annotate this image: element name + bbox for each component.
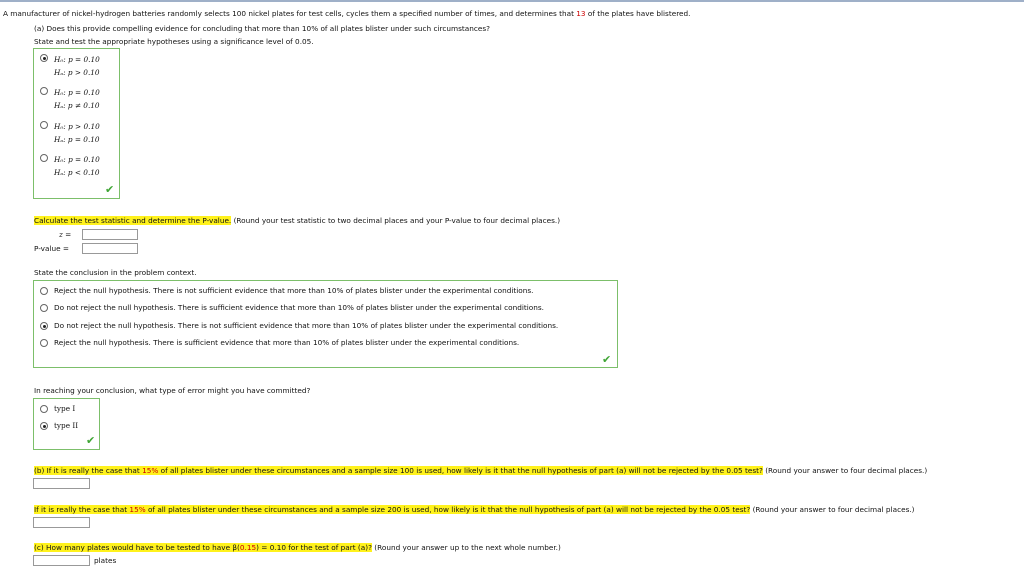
ha-label: Hₐ: p ≠ 0.10 xyxy=(54,101,100,110)
part-b-q1-highlight: (b) If it is really the case that 15% of… xyxy=(34,466,763,475)
part-b-q1-note: (Round your answer to four decimal place… xyxy=(762,466,928,475)
problem-intro: A manufacturer of nickel-hydrogen batter… xyxy=(3,9,690,18)
hypothesis-option-4[interactable]: H₀: p = 0.10 Hₐ: p < 0.10 xyxy=(40,153,100,179)
hypothesis-option-1[interactable]: H₀: p = 0.10 Hₐ: p > 0.10 xyxy=(40,53,100,79)
conclusion-option-1[interactable]: Reject the null hypothesis. There is not… xyxy=(40,286,533,295)
radio-icon[interactable] xyxy=(40,405,48,413)
ha-label: Hₐ: p > 0.10 xyxy=(54,68,100,77)
radio-icon[interactable] xyxy=(40,339,48,347)
radio-icon[interactable] xyxy=(40,304,48,312)
top-border xyxy=(0,0,1024,2)
hypothesis-option-3[interactable]: H₀: p > 0.10 Hₐ: p = 0.10 xyxy=(40,120,100,146)
calc-highlight: Calculate the test statistic and determi… xyxy=(34,216,232,225)
h0-label: H₀: p = 0.10 xyxy=(54,88,100,97)
part-a-question: (a) Does this provide compelling evidenc… xyxy=(34,24,491,33)
correct-check-icon: ✔ xyxy=(86,434,96,447)
part-b-answer-1-input[interactable] xyxy=(33,478,90,489)
hypothesis-option-2[interactable]: H₀: p = 0.10 Hₐ: p ≠ 0.10 xyxy=(40,86,100,112)
p-value-input[interactable] xyxy=(82,243,138,254)
part-b-question-2: If it is really the case that 15% of all… xyxy=(34,505,915,514)
part-b-q2-note: (Round your answer to four decimal place… xyxy=(750,505,915,514)
conclusion-text: Reject the null hypothesis. There is not… xyxy=(54,286,534,295)
h0-label: H₀: p = 0.10 xyxy=(54,155,100,164)
z-input[interactable] xyxy=(82,229,138,240)
ha-label: Hₐ: p < 0.10 xyxy=(54,168,100,177)
conclusion-prompt: State the conclusion in the problem cont… xyxy=(34,268,197,277)
conclusion-text: Reject the null hypothesis. There is suf… xyxy=(54,338,520,347)
part-b-question-1: (b) If it is really the case that 15% of… xyxy=(34,466,927,475)
part-a-instruction: State and test the appropriate hypothese… xyxy=(34,37,314,46)
correct-check-icon: ✔ xyxy=(602,353,612,366)
z-label: z = xyxy=(59,230,72,239)
radio-icon[interactable] xyxy=(40,154,48,162)
intro-text: A manufacturer of nickel-hydrogen batter… xyxy=(3,9,577,18)
conclusion-option-4[interactable]: Reject the null hypothesis. There is suf… xyxy=(40,338,519,347)
calc-rounding-note: (Round your test statistic to two decima… xyxy=(231,216,561,225)
error-option-type-1[interactable]: type I xyxy=(40,404,75,413)
part-b-answer-2-input[interactable] xyxy=(33,517,90,528)
error-prompt: In reaching your conclusion, what type o… xyxy=(34,386,311,395)
intro-count: 13 xyxy=(576,9,586,18)
intro-text-end: of the plates have blistered. xyxy=(585,9,691,18)
error-option-type-2[interactable]: type II xyxy=(40,421,78,430)
radio-selected-icon[interactable] xyxy=(40,322,48,330)
conclusion-text: Do not reject the null hypothesis. There… xyxy=(54,321,559,330)
calc-instruction: Calculate the test statistic and determi… xyxy=(34,216,560,225)
part-c-answer-input[interactable] xyxy=(33,555,90,566)
plates-unit-label: plates xyxy=(94,556,117,565)
h0-label: H₀: p = 0.10 xyxy=(54,55,100,64)
conclusions-box: Reject the null hypothesis. There is not… xyxy=(33,280,618,368)
conclusion-text: Do not reject the null hypothesis. There… xyxy=(54,303,544,312)
radio-icon[interactable] xyxy=(40,287,48,295)
radio-selected-icon[interactable] xyxy=(40,422,48,430)
p-value-label: P-value = xyxy=(34,244,70,253)
error-option-label: type II xyxy=(54,421,79,430)
radio-icon[interactable] xyxy=(40,121,48,129)
part-c-note: (Round your answer up to the next whole … xyxy=(371,543,561,552)
error-type-box: type I type II ✔ xyxy=(33,398,100,450)
radio-icon[interactable] xyxy=(40,87,48,95)
part-c-question: (c) How many plates would have to be tes… xyxy=(34,543,561,552)
correct-check-icon: ✔ xyxy=(105,183,115,196)
part-b-q2-highlight: If it is really the case that 15% of all… xyxy=(34,505,751,514)
conclusion-option-2[interactable]: Do not reject the null hypothesis. There… xyxy=(40,303,544,312)
ha-label: Hₐ: p = 0.10 xyxy=(54,135,100,144)
part-c-highlight: (c) How many plates would have to be tes… xyxy=(34,543,372,552)
error-option-label: type I xyxy=(54,404,76,413)
hypotheses-box: H₀: p = 0.10 Hₐ: p > 0.10 H₀: p = 0.10 Hₐ:… xyxy=(33,48,120,199)
h0-label: H₀: p > 0.10 xyxy=(54,122,100,131)
conclusion-option-3[interactable]: Do not reject the null hypothesis. There… xyxy=(40,321,558,330)
radio-selected-icon[interactable] xyxy=(40,54,48,62)
